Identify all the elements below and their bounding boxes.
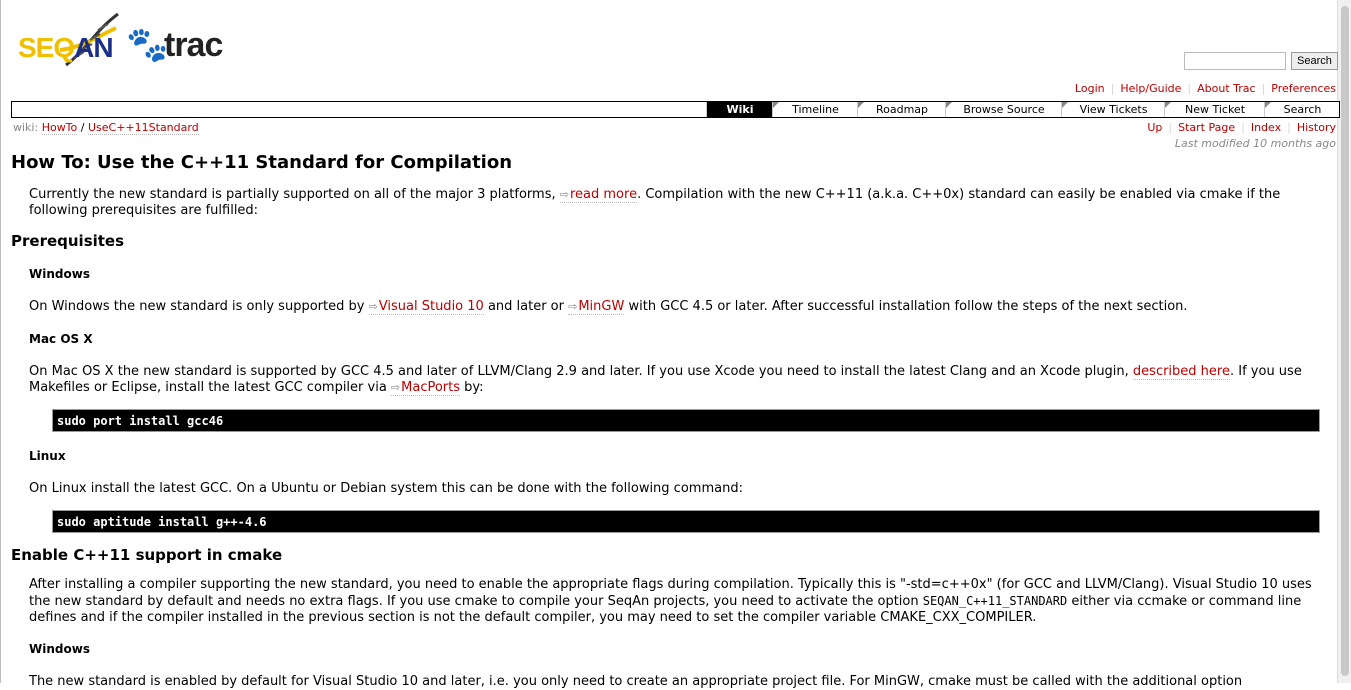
mingw-link[interactable]: ⇨MinGW bbox=[568, 299, 625, 315]
windows2-paragraph: The new standard is enabled by default f… bbox=[29, 674, 1243, 689]
tab-browse-source-label: Browse Source bbox=[963, 103, 1045, 116]
windows-text: On Windows the new standard is only supp… bbox=[29, 299, 369, 314]
tab-new-ticket-label: New Ticket bbox=[1184, 103, 1246, 116]
read-more-label: read more bbox=[569, 187, 638, 202]
tab-roadmap-label: Roadmap bbox=[875, 103, 929, 116]
tab-wiki-label: Wiki bbox=[726, 103, 754, 116]
intro-paragraph: Currently the new standard is partially … bbox=[29, 187, 1335, 219]
search-button[interactable]: Search bbox=[1291, 52, 1338, 70]
seqan-option-code: SEQAN_C++11_STANDARD bbox=[922, 594, 1068, 608]
separator: | bbox=[1241, 121, 1245, 134]
separator: | bbox=[1187, 82, 1192, 95]
tab-timeline[interactable]: Timeline bbox=[772, 102, 858, 117]
breadcrumb-label: wiki: bbox=[13, 121, 39, 134]
breadcrumb-usec11-link[interactable]: UseC++11Standard bbox=[87, 121, 199, 135]
mingw-label: MinGW bbox=[578, 299, 625, 314]
tab-timeline-label: Timeline bbox=[792, 103, 839, 116]
search-form: Search bbox=[1184, 52, 1338, 70]
macports-label: MacPorts bbox=[401, 380, 461, 395]
login-link[interactable]: Login bbox=[1075, 82, 1105, 95]
code-block-macports: sudo port install gcc46 bbox=[52, 409, 1320, 432]
described-here-link[interactable]: described here bbox=[1132, 364, 1230, 380]
index-link[interactable]: Index bbox=[1251, 121, 1281, 134]
separator: | bbox=[1287, 121, 1291, 134]
tab-view-tickets-label: View Tickets bbox=[1079, 103, 1148, 116]
external-link-icon: ⇨ bbox=[568, 300, 578, 313]
tab-new-ticket[interactable]: New Ticket bbox=[1164, 102, 1265, 117]
separator: | bbox=[1168, 121, 1173, 134]
visual-studio-label: Visual Studio 10 bbox=[378, 299, 484, 314]
tab-roadmap[interactable]: Roadmap bbox=[857, 102, 946, 117]
visual-studio-link[interactable]: ⇨Visual Studio 10 bbox=[368, 299, 484, 315]
history-link[interactable]: History bbox=[1297, 121, 1336, 134]
external-link-icon: ⇨ bbox=[390, 381, 401, 394]
start-page-link[interactable]: Start Page bbox=[1178, 121, 1235, 134]
about-trac-link[interactable]: About Trac bbox=[1197, 82, 1255, 95]
breadcrumb-separator: / bbox=[80, 121, 85, 134]
preferences-link[interactable]: Preferences bbox=[1271, 82, 1336, 95]
mac-paragraph: On Mac OS X the new standard is supporte… bbox=[29, 364, 1335, 396]
linux-paragraph: On Linux install the latest GCC. On a Ub… bbox=[29, 481, 743, 496]
search-input[interactable] bbox=[1184, 52, 1286, 70]
logo-seqan-text: SEQAN bbox=[18, 32, 114, 63]
windows-text-end: with GCC 4.5 or later. After successful … bbox=[624, 299, 1188, 314]
scrollbar-thumb[interactable] bbox=[1341, 6, 1349, 676]
tab-search[interactable]: Search bbox=[1264, 102, 1340, 117]
heading-windows: Windows bbox=[29, 267, 90, 281]
separator: | bbox=[1261, 82, 1266, 95]
main-navigation: Wiki Timeline Roadmap Browse Source View… bbox=[11, 101, 1340, 118]
windows-text-mid: and later or bbox=[483, 299, 569, 314]
external-link-icon: ⇨ bbox=[559, 188, 569, 201]
context-navigation: Up | Start Page | Index | History bbox=[1141, 121, 1336, 134]
tab-search-label: Search bbox=[1283, 103, 1322, 116]
heading-linux: Linux bbox=[29, 449, 66, 463]
intro-text: Currently the new standard is partially … bbox=[29, 187, 560, 202]
windows-paragraph: On Windows the new standard is only supp… bbox=[29, 299, 1335, 315]
breadcrumb-howto-link[interactable]: HowTo bbox=[41, 121, 78, 135]
read-more-link[interactable]: ⇨read more bbox=[559, 187, 638, 203]
macports-link[interactable]: ⇨MacPorts bbox=[390, 380, 461, 396]
breadcrumb: wiki: HowTo / UseC++11Standard bbox=[13, 121, 199, 135]
up-link[interactable]: Up bbox=[1147, 121, 1162, 134]
paw-icon: 🐾 bbox=[126, 25, 169, 65]
heading-mac-os-x: Mac OS X bbox=[29, 332, 93, 346]
separator: | bbox=[1110, 82, 1115, 95]
meta-navigation: Login | Help/Guide | About Trac | Preferences bbox=[1069, 82, 1336, 95]
heading-prerequisites: Prerequisites bbox=[11, 232, 125, 250]
page-title: How To: Use the C++11 Standard for Compi… bbox=[11, 152, 513, 173]
code-block-aptitude: sudo aptitude install g++-4.6 bbox=[52, 510, 1320, 533]
logo-trac-text: trac bbox=[164, 26, 223, 64]
tab-view-tickets[interactable]: View Tickets bbox=[1061, 102, 1165, 117]
mac-text: On Mac OS X the new standard is supporte… bbox=[29, 364, 1133, 379]
enable-paragraph: After installing a compiler supporting t… bbox=[29, 577, 1335, 626]
heading-windows-2: Windows bbox=[29, 642, 90, 656]
external-link-icon: ⇨ bbox=[368, 300, 378, 313]
seqan-trac-logo[interactable]: SEQAN 🐾 trac bbox=[16, 10, 228, 70]
tab-wiki[interactable]: Wiki bbox=[706, 102, 773, 117]
heading-enable-cmake: Enable C++11 support in cmake bbox=[11, 546, 283, 564]
tab-browse-source[interactable]: Browse Source bbox=[945, 102, 1062, 117]
mac-text-end: by: bbox=[460, 380, 484, 395]
help-guide-link[interactable]: Help/Guide bbox=[1120, 82, 1181, 95]
last-modified: Last modified 10 months ago bbox=[1174, 137, 1336, 150]
